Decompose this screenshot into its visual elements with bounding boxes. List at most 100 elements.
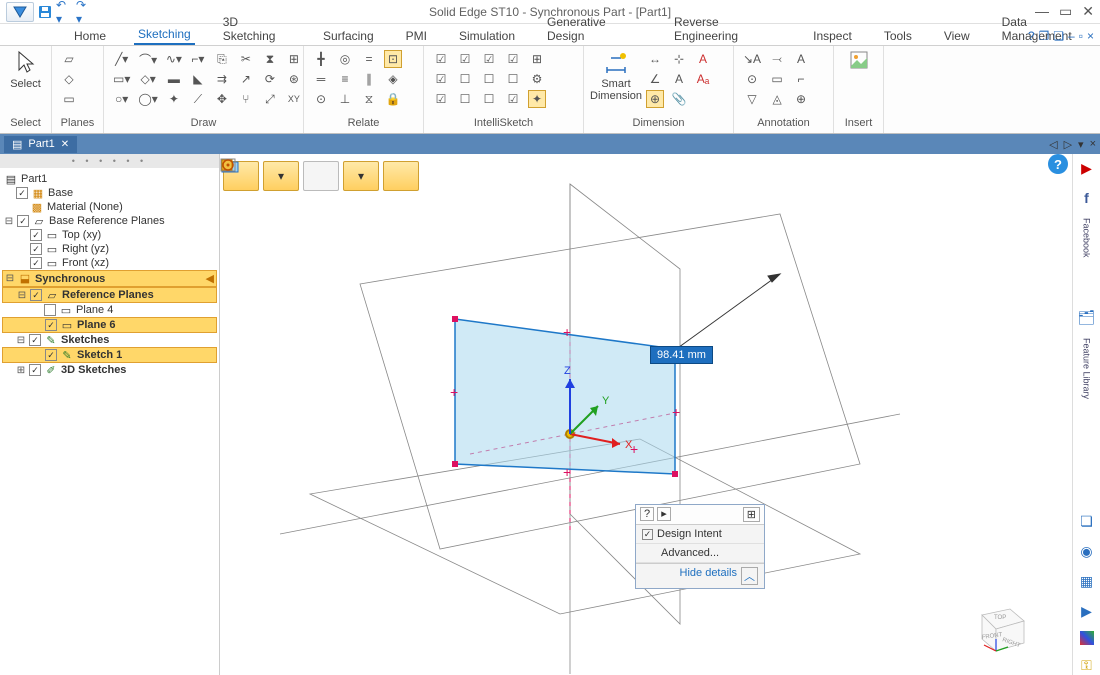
trim-icon[interactable]: ✂ [237, 50, 255, 68]
smart-dimension-tool[interactable]: Smart Dimension [592, 50, 640, 102]
tree-material[interactable]: ▩Material (None) [2, 200, 217, 214]
color-icon[interactable] [1080, 631, 1094, 645]
expand-icon[interactable]: ⊞ [16, 365, 26, 376]
checkbox[interactable] [44, 304, 56, 316]
tabnav-menu-icon[interactable]: ▾ [1078, 138, 1084, 151]
point-icon[interactable]: ✦ [165, 90, 183, 108]
tile-icon[interactable]: ❏ [1053, 29, 1064, 43]
fcf-icon[interactable]: ▭ [768, 70, 786, 88]
is-center-icon[interactable]: ☑ [432, 90, 450, 108]
scale-icon[interactable]: ⤢ [261, 90, 279, 108]
panel-grip[interactable]: • • • • • • [0, 154, 219, 168]
checkbox[interactable]: ✓ [45, 319, 57, 331]
sensors-icon[interactable]: ◉ [1077, 541, 1097, 561]
mdi-min-icon[interactable]: – [1068, 29, 1075, 43]
tab-reverse-eng[interactable]: Reverse Engineering [670, 13, 785, 45]
char-icon[interactable]: A [694, 50, 712, 68]
project-icon[interactable]: ⎘ [213, 50, 231, 68]
tree-sketch-1[interactable]: ✓✎Sketch 1 [2, 347, 217, 363]
target-icon[interactable]: ⊕ [792, 90, 810, 108]
polygon-icon[interactable]: ◇▾ [137, 70, 158, 88]
tree-top-plane[interactable]: ✓▭Top (xy) [2, 228, 217, 242]
is-perp-icon[interactable]: ☐ [456, 90, 474, 108]
tabnav-left-icon[interactable]: ◁ [1049, 138, 1057, 151]
tab-inspect[interactable]: Inspect [809, 27, 856, 45]
checkbox[interactable]: ✓ [17, 215, 29, 227]
is-edge-icon[interactable]: ☑ [504, 50, 522, 68]
3d-viewport[interactable]: ? ▾ ▾ [220, 154, 1072, 675]
balloon-icon[interactable]: ⊙ [742, 70, 762, 88]
pattern-rect-icon[interactable]: ⊞ [285, 50, 303, 68]
checkbox[interactable]: ✓ [30, 243, 42, 255]
tree-synchronous[interactable]: ⊟⬓Synchronous◀ [2, 270, 217, 287]
tab-surfacing[interactable]: Surfacing [319, 27, 378, 45]
checkbox[interactable]: ✓ [29, 334, 41, 346]
rect-icon[interactable]: ▭▾ [112, 70, 131, 88]
rel-asst-icon[interactable]: ⊡ [384, 50, 402, 68]
tree-sketches[interactable]: ⊟✓✎Sketches [2, 333, 217, 347]
is-tan-icon[interactable]: ☐ [456, 70, 474, 88]
facebook-icon[interactable]: f [1077, 188, 1097, 208]
select-tool[interactable]: Select [8, 50, 43, 90]
render-icon[interactable]: ▦ [1077, 571, 1097, 591]
ellipse-icon[interactable]: ◯▾ [137, 90, 158, 108]
tree-plane-6[interactable]: ✓▭Plane 6 [2, 317, 217, 333]
split-icon[interactable]: ⑂ [237, 90, 255, 108]
checkbox[interactable]: ✓ [30, 257, 42, 269]
tab-home[interactable]: Home [70, 27, 110, 45]
xy-label-icon[interactable]: XY [285, 90, 303, 108]
checkbox[interactable]: ✓ [29, 364, 41, 376]
move-icon[interactable]: ✥ [213, 90, 231, 108]
play-slides-icon[interactable]: ▶ [1077, 601, 1097, 621]
connect-icon[interactable]: ╋ [312, 50, 330, 68]
pattern-circ-icon[interactable]: ⊛ [285, 70, 303, 88]
rotate-icon[interactable]: ⟳ [261, 70, 279, 88]
is-mid-icon[interactable]: ☑ [432, 70, 450, 88]
cascade-icon[interactable]: ❐ [1039, 29, 1050, 43]
coord-icon[interactable]: ⊹ [670, 50, 688, 68]
collapse-icon[interactable]: ⊟ [4, 216, 14, 227]
tab-3d-sketching[interactable]: 3D Sketching [219, 13, 295, 45]
dist-icon[interactable]: ↔ [646, 50, 664, 68]
circle-icon[interactable]: ○▾ [112, 90, 131, 108]
style-icon[interactable]: Aₐ [694, 70, 712, 88]
collinear-icon[interactable]: ≡ [336, 70, 354, 88]
doc-tab-close-icon[interactable]: ✕ [61, 139, 69, 150]
plane-coincident-icon[interactable]: ▱ [60, 50, 78, 68]
doc-tab-part1[interactable]: ▤ Part1 ✕ [4, 136, 77, 153]
is-int-icon[interactable]: ☑ [456, 50, 474, 68]
view-cube[interactable]: TOP FRONT RIGHT [964, 595, 1034, 655]
mdi-restore-icon[interactable]: ▫ [1079, 29, 1083, 43]
collapse-icon[interactable]: ⊟ [5, 273, 15, 284]
undo-icon[interactable]: ↶ ▾ [56, 3, 74, 21]
opts-pin-icon[interactable]: ⊞ [743, 507, 760, 522]
tab-view[interactable]: View [940, 27, 974, 45]
is-pt-icon[interactable]: ☐ [480, 90, 498, 108]
opts-help-icon[interactable]: ? [640, 507, 654, 521]
collapse-icon[interactable]: ⊟ [17, 290, 27, 301]
lock-icon[interactable]: 🔒 [384, 90, 402, 108]
tree-3d-sketches[interactable]: ⊞✓✐3D Sketches [2, 363, 217, 377]
opt-advanced[interactable]: Advanced... [636, 544, 764, 563]
tree-plane-4[interactable]: ▭Plane 4 [2, 303, 217, 317]
slot-icon[interactable]: ▬ [165, 70, 183, 88]
construction-icon[interactable]: ⟋ [189, 90, 207, 108]
auto-dim-icon[interactable]: A [670, 70, 688, 88]
horizontal-icon[interactable]: ═ [312, 70, 330, 88]
plane-normal-icon[interactable]: ▭ [60, 90, 78, 108]
layers-icon[interactable]: ❏ [1077, 511, 1097, 531]
tree-base[interactable]: ✓▦Base [2, 186, 217, 200]
text-box-icon[interactable]: A [792, 50, 810, 68]
parallel-icon[interactable]: ∥ [360, 70, 378, 88]
help-icon[interactable]: ? [1028, 29, 1035, 43]
rigid-icon[interactable]: ◈ [384, 70, 402, 88]
is-ext-icon[interactable]: ☐ [504, 70, 522, 88]
tab-sketching[interactable]: Sketching [134, 25, 195, 45]
tab-tools[interactable]: Tools [880, 27, 916, 45]
tab-generative[interactable]: Generative Design [543, 13, 646, 45]
tabnav-right-icon[interactable]: ▷ [1064, 138, 1072, 151]
tree-root[interactable]: ▤Part1 [2, 172, 217, 186]
fillet-icon[interactable]: ⌐▾ [189, 50, 207, 68]
opt-hide-details[interactable]: Hide details︿ [636, 563, 764, 588]
is-hor-icon[interactable]: ☐ [480, 70, 498, 88]
